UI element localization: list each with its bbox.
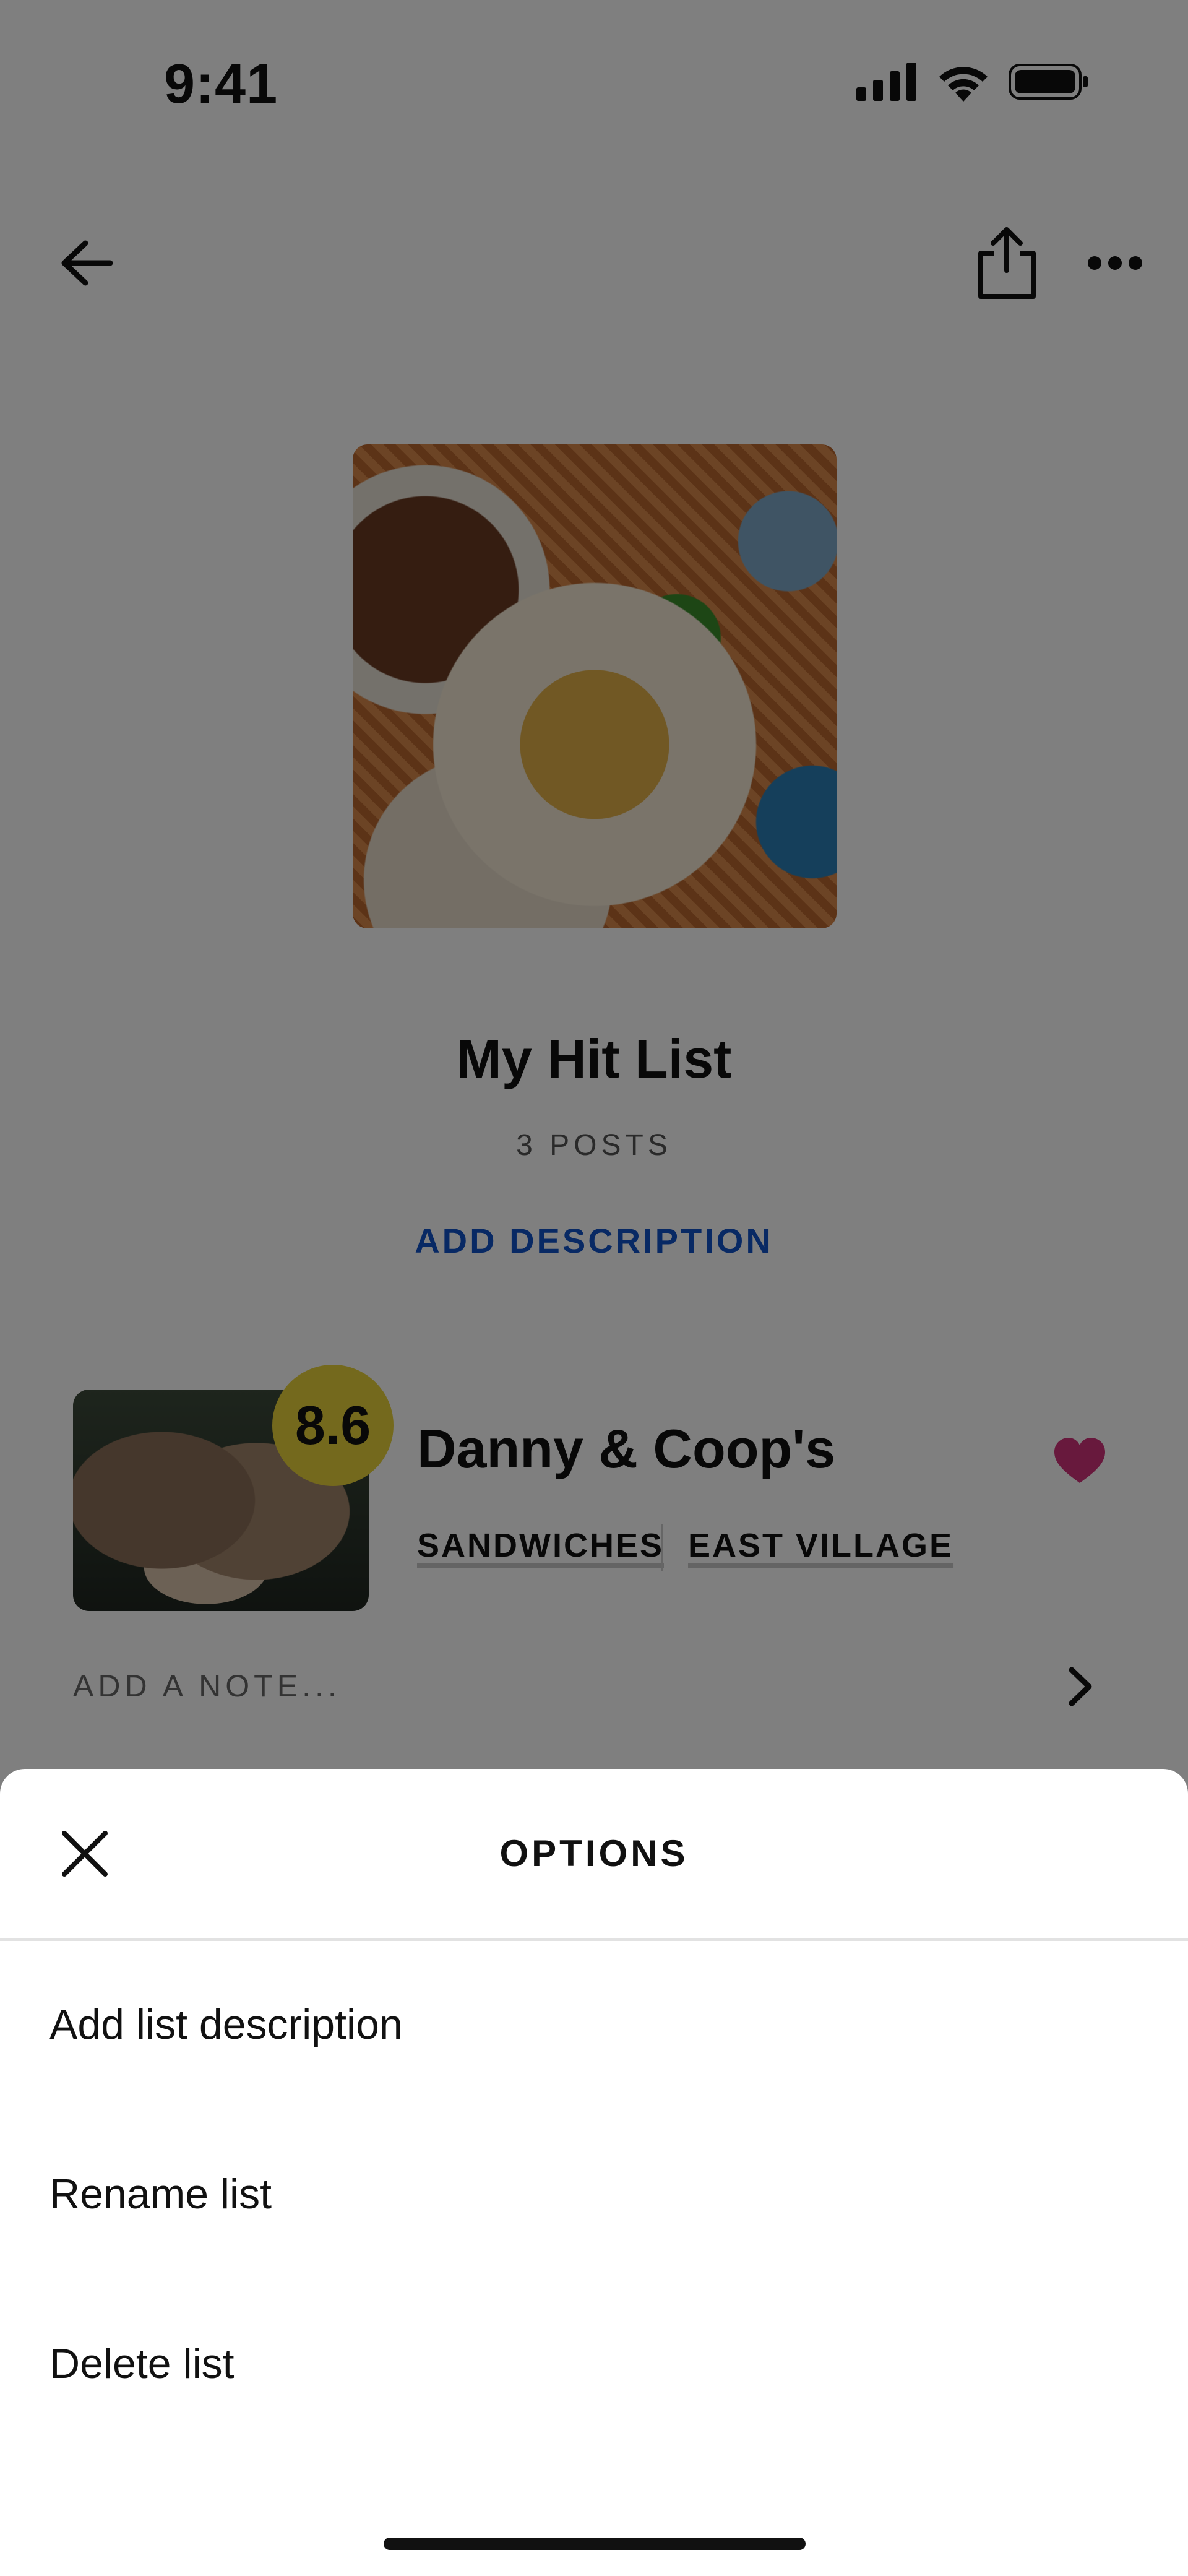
sheet-title: OPTIONS <box>499 1833 689 1874</box>
home-indicator[interactable] <box>384 2538 806 2550</box>
sheet-divider <box>0 1938 1188 1941</box>
option-rename-list[interactable]: Rename list <box>50 2170 272 2218</box>
option-add-list-description[interactable]: Add list description <box>50 2000 403 2049</box>
option-delete-list[interactable]: Delete list <box>50 2340 235 2388</box>
